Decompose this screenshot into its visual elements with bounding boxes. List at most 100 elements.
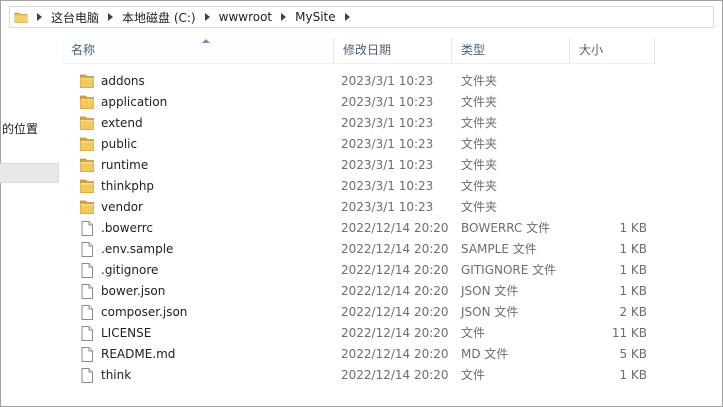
file-type: MD 文件 [461, 347, 509, 361]
file-modified: 2022/12/14 20:20 [341, 242, 449, 256]
file-row[interactable]: .gitignore 2022/12/14 20:20 GITIGNORE 文件 1 … [62, 260, 655, 281]
file-modified: 2023/3/1 10:23 [341, 137, 434, 151]
nav-item-locations[interactable]: 的位置 [2, 120, 38, 137]
file-modified: 2022/12/14 20:20 [341, 221, 449, 235]
file-type: SAMPLE 文件 [461, 242, 537, 256]
sort-up-icon [202, 39, 210, 43]
file-row[interactable]: application 2023/3/1 10:23 文件夹 [62, 92, 655, 113]
file-name: .bowerrc [101, 221, 153, 235]
column-header-type[interactable]: 类型 [452, 38, 570, 63]
file-modified: 2023/3/1 10:23 [341, 116, 434, 130]
file-type: JSON 文件 [461, 284, 519, 298]
file-row[interactable]: bower.json 2022/12/14 20:20 JSON 文件 1 KB [62, 281, 655, 302]
file-name: LICENSE [101, 326, 152, 340]
file-type: 文件夹 [461, 179, 498, 193]
address-bar[interactable]: 这台电脑 本地磁盘 (C:) wwwroot MySite [9, 6, 714, 28]
folder-icon [79, 178, 95, 195]
file-size: 1 KB [619, 284, 647, 298]
breadcrumb-local-disk[interactable]: 本地磁盘 (C:) [122, 9, 196, 26]
file-type: 文件夹 [461, 95, 498, 109]
file-modified: 2023/3/1 10:23 [341, 179, 434, 193]
file-type: 文件夹 [461, 137, 498, 151]
file-row[interactable]: README.md 2022/12/14 20:20 MD 文件 5 KB [62, 344, 655, 365]
file-row[interactable]: .env.sample 2022/12/14 20:20 SAMPLE 文件 1 KB [62, 239, 655, 260]
file-icon [79, 304, 95, 321]
chevron-right-icon[interactable] [37, 13, 42, 21]
file-icon [79, 241, 95, 258]
file-name: bower.json [101, 284, 166, 298]
file-name: public [101, 137, 138, 151]
file-type: GITIGNORE 文件 [461, 263, 557, 277]
breadcrumb-this-pc[interactable]: 这台电脑 [51, 9, 99, 26]
folder-icon [79, 157, 95, 174]
file-type: 文件 [461, 326, 486, 340]
file-modified: 2022/12/14 20:20 [341, 326, 449, 340]
breadcrumb-wwwroot[interactable]: wwwroot [219, 10, 273, 24]
folder-icon [79, 136, 95, 153]
column-header-name-label: 名称 [71, 43, 96, 57]
nav-item-selected[interactable] [0, 163, 59, 183]
file-row[interactable]: .bowerrc 2022/12/14 20:20 BOWERRC 文件 1 KB [62, 218, 655, 239]
file-icon [79, 367, 95, 384]
file-type: 文件夹 [461, 200, 498, 214]
file-name: thinkphp [101, 179, 155, 193]
chevron-right-icon[interactable] [281, 13, 287, 21]
file-name: extend [101, 116, 143, 130]
column-header-size[interactable]: 大小 [570, 38, 655, 63]
file-modified: 2022/12/14 20:20 [341, 284, 449, 298]
file-name: application [101, 95, 168, 109]
file-row[interactable]: LICENSE 2022/12/14 20:20 文件 11 KB [62, 323, 655, 344]
chevron-right-icon[interactable] [204, 13, 210, 21]
column-header: 名称 修改日期 类型 大小 [62, 38, 655, 63]
file-list: addons 2023/3/1 10:23 文件夹 application 2023/3… [62, 71, 655, 386]
file-modified: 2022/12/14 20:20 [341, 263, 449, 277]
breadcrumb-mysite[interactable]: MySite [295, 10, 336, 24]
file-type: 文件 [461, 368, 486, 382]
file-name: composer.json [101, 305, 188, 319]
file-name: README.md [101, 347, 176, 361]
file-icon [79, 325, 95, 342]
folder-icon [14, 10, 28, 24]
file-type: JSON 文件 [461, 305, 519, 319]
file-row[interactable]: vendor 2023/3/1 10:23 文件夹 [62, 197, 655, 218]
file-size: 1 KB [619, 263, 647, 277]
file-name: .gitignore [101, 263, 159, 277]
folder-icon [79, 73, 95, 90]
file-size: 1 KB [619, 221, 647, 235]
file-icon [79, 346, 95, 363]
file-row[interactable]: composer.json 2022/12/14 20:20 JSON 文件 2 KB [62, 302, 655, 323]
file-row[interactable]: public 2023/3/1 10:23 文件夹 [62, 134, 655, 155]
file-type: 文件夹 [461, 116, 498, 130]
file-name: think [101, 368, 132, 382]
file-modified: 2023/3/1 10:23 [341, 158, 434, 172]
file-size: 11 KB [611, 326, 647, 340]
folder-icon [79, 115, 95, 132]
file-modified: 2023/3/1 10:23 [341, 74, 434, 88]
file-type: 文件夹 [461, 74, 498, 88]
file-size: 2 KB [619, 305, 647, 319]
column-header-modified[interactable]: 修改日期 [334, 38, 452, 63]
file-icon [79, 220, 95, 237]
file-row[interactable]: addons 2023/3/1 10:23 文件夹 [62, 71, 655, 92]
file-name: runtime [101, 158, 149, 172]
folder-icon [79, 94, 95, 111]
file-row[interactable]: extend 2023/3/1 10:23 文件夹 [62, 113, 655, 134]
file-size: 5 KB [619, 347, 647, 361]
file-modified: 2022/12/14 20:20 [341, 368, 449, 382]
file-row[interactable]: think 2022/12/14 20:20 文件 1 KB [62, 365, 655, 386]
file-icon [79, 283, 95, 300]
file-size: 1 KB [619, 368, 647, 382]
header-divider [62, 63, 655, 64]
chevron-right-icon[interactable] [108, 13, 114, 21]
file-type: 文件夹 [461, 158, 498, 172]
file-row[interactable]: runtime 2023/3/1 10:23 文件夹 [62, 155, 655, 176]
file-modified: 2022/12/14 20:20 [341, 347, 449, 361]
file-row[interactable]: thinkphp 2023/3/1 10:23 文件夹 [62, 176, 655, 197]
file-modified: 2022/12/14 20:20 [341, 305, 449, 319]
file-icon [79, 262, 95, 279]
chevron-right-icon[interactable] [344, 13, 350, 21]
file-type: BOWERRC 文件 [461, 221, 551, 235]
file-modified: 2023/3/1 10:23 [341, 200, 434, 214]
column-header-name[interactable]: 名称 [62, 38, 334, 63]
file-name: addons [101, 74, 145, 88]
